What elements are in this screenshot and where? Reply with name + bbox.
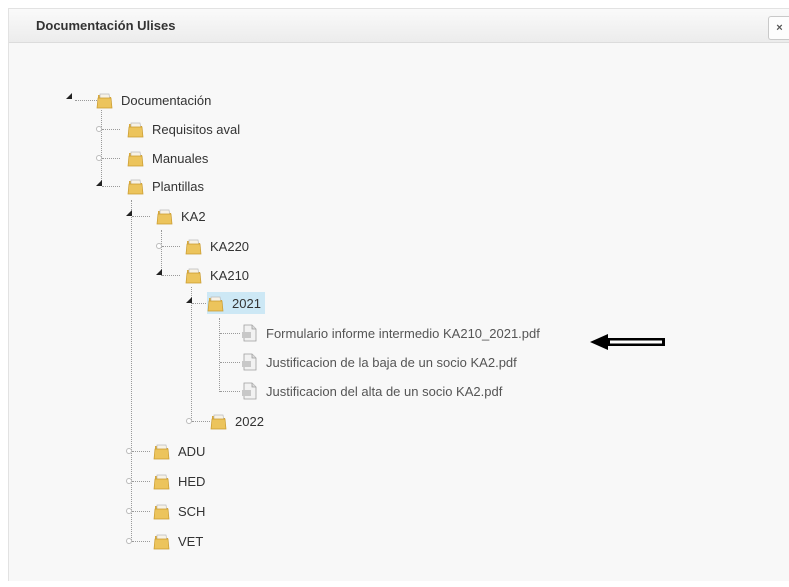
tree-node-requisitos-aval[interactable]: Requisitos aval bbox=[127, 118, 240, 140]
expand-toggle-2022[interactable] bbox=[186, 418, 192, 424]
node-label: HED bbox=[178, 473, 206, 489]
node-label: SCH bbox=[178, 503, 206, 519]
node-label: KA220 bbox=[210, 238, 250, 254]
expand-toggle-vet[interactable] bbox=[126, 538, 132, 544]
tree-node-hed[interactable]: HED bbox=[153, 470, 205, 492]
node-label: Formulario informe intermedio KA210_2021… bbox=[266, 325, 540, 341]
tree-node-2022[interactable]: 2022 bbox=[210, 410, 264, 432]
tree-line bbox=[220, 391, 240, 392]
tree-node-2021[interactable]: 2021 bbox=[207, 292, 265, 314]
tree-line bbox=[132, 216, 150, 217]
tree-line bbox=[191, 287, 192, 422]
tree-line bbox=[131, 200, 132, 542]
collapse-toggle-ka210[interactable] bbox=[156, 269, 162, 275]
node-label: Plantillas bbox=[152, 178, 205, 194]
tree-line bbox=[132, 541, 150, 542]
folder-icon bbox=[153, 534, 170, 549]
tree-line bbox=[132, 481, 150, 482]
tree-node-sch[interactable]: SCH bbox=[153, 500, 205, 522]
node-label: Requisitos aval bbox=[152, 121, 241, 137]
tree-line bbox=[102, 158, 120, 159]
folder-icon bbox=[207, 296, 224, 311]
collapse-toggle-documentacion[interactable] bbox=[66, 93, 72, 99]
expand-toggle-adu[interactable] bbox=[126, 448, 132, 454]
expand-toggle-ka220[interactable] bbox=[156, 243, 162, 249]
tree-file-justificacion-baja[interactable]: Justificacion de la baja de un socio KA2… bbox=[240, 351, 517, 373]
node-label: Documentación bbox=[121, 92, 212, 108]
node-label: Justificacion del alta de un socio KA2.p… bbox=[266, 383, 503, 399]
tree-line bbox=[220, 362, 240, 363]
node-label: ADU bbox=[178, 443, 206, 459]
pdf-file-icon bbox=[242, 353, 257, 371]
expand-toggle-manuales[interactable] bbox=[96, 155, 102, 161]
tree-node-adu[interactable]: ADU bbox=[153, 440, 205, 462]
tree-line bbox=[219, 318, 220, 392]
node-label: KA2 bbox=[181, 208, 206, 224]
tree-line bbox=[75, 100, 97, 101]
node-label: Manuales bbox=[152, 150, 209, 166]
folder-icon bbox=[156, 209, 173, 224]
folder-icon bbox=[153, 504, 170, 519]
node-label: Justificacion de la baja de un socio KA2… bbox=[266, 354, 517, 370]
node-label: VET bbox=[178, 533, 204, 549]
folder-icon bbox=[185, 268, 202, 283]
tree-node-ka220[interactable]: KA220 bbox=[185, 235, 249, 257]
expand-toggle-hed[interactable] bbox=[126, 478, 132, 484]
tree-line bbox=[102, 186, 120, 187]
folder-tree: Documentación Requisitos aval Manuales P… bbox=[0, 0, 789, 587]
folder-icon bbox=[153, 444, 170, 459]
folder-icon bbox=[127, 179, 144, 194]
tree-line bbox=[132, 451, 150, 452]
node-label: 2022 bbox=[235, 413, 264, 429]
node-label: 2021 bbox=[232, 295, 261, 311]
tree-line bbox=[220, 333, 240, 334]
folder-icon bbox=[127, 122, 144, 137]
pdf-file-icon bbox=[242, 382, 257, 400]
tree-line bbox=[192, 303, 206, 304]
folder-icon bbox=[127, 151, 144, 166]
folder-icon bbox=[96, 93, 113, 108]
tree-line bbox=[162, 246, 180, 247]
tree-line bbox=[101, 110, 102, 185]
expand-toggle-sch[interactable] bbox=[126, 508, 132, 514]
tree-line bbox=[162, 275, 180, 276]
tree-line bbox=[132, 511, 150, 512]
folder-icon bbox=[153, 474, 170, 489]
tree-node-manuales[interactable]: Manuales bbox=[127, 147, 208, 169]
tree-file-justificacion-alta[interactable]: Justificacion del alta de un socio KA2.p… bbox=[240, 380, 502, 402]
pdf-file-icon bbox=[242, 324, 257, 342]
tree-line bbox=[102, 129, 120, 130]
folder-icon bbox=[210, 414, 227, 429]
collapse-toggle-plantillas[interactable] bbox=[96, 180, 102, 186]
tree-file-formulario[interactable]: Formulario informe intermedio KA210_2021… bbox=[240, 322, 540, 344]
collapse-toggle-2021[interactable] bbox=[186, 297, 192, 303]
left-arrow-icon bbox=[590, 334, 665, 350]
node-label: KA210 bbox=[210, 267, 250, 283]
folder-icon bbox=[185, 239, 202, 254]
tree-node-plantillas[interactable]: Plantillas bbox=[127, 175, 204, 197]
tree-node-ka2[interactable]: KA2 bbox=[156, 205, 206, 227]
tree-node-ka210[interactable]: KA210 bbox=[185, 264, 249, 286]
expand-toggle-requisitos[interactable] bbox=[96, 126, 102, 132]
tree-node-vet[interactable]: VET bbox=[153, 530, 203, 552]
tree-node-documentacion[interactable]: Documentación bbox=[96, 89, 211, 111]
collapse-toggle-ka2[interactable] bbox=[126, 210, 132, 216]
tree-line bbox=[192, 421, 210, 422]
